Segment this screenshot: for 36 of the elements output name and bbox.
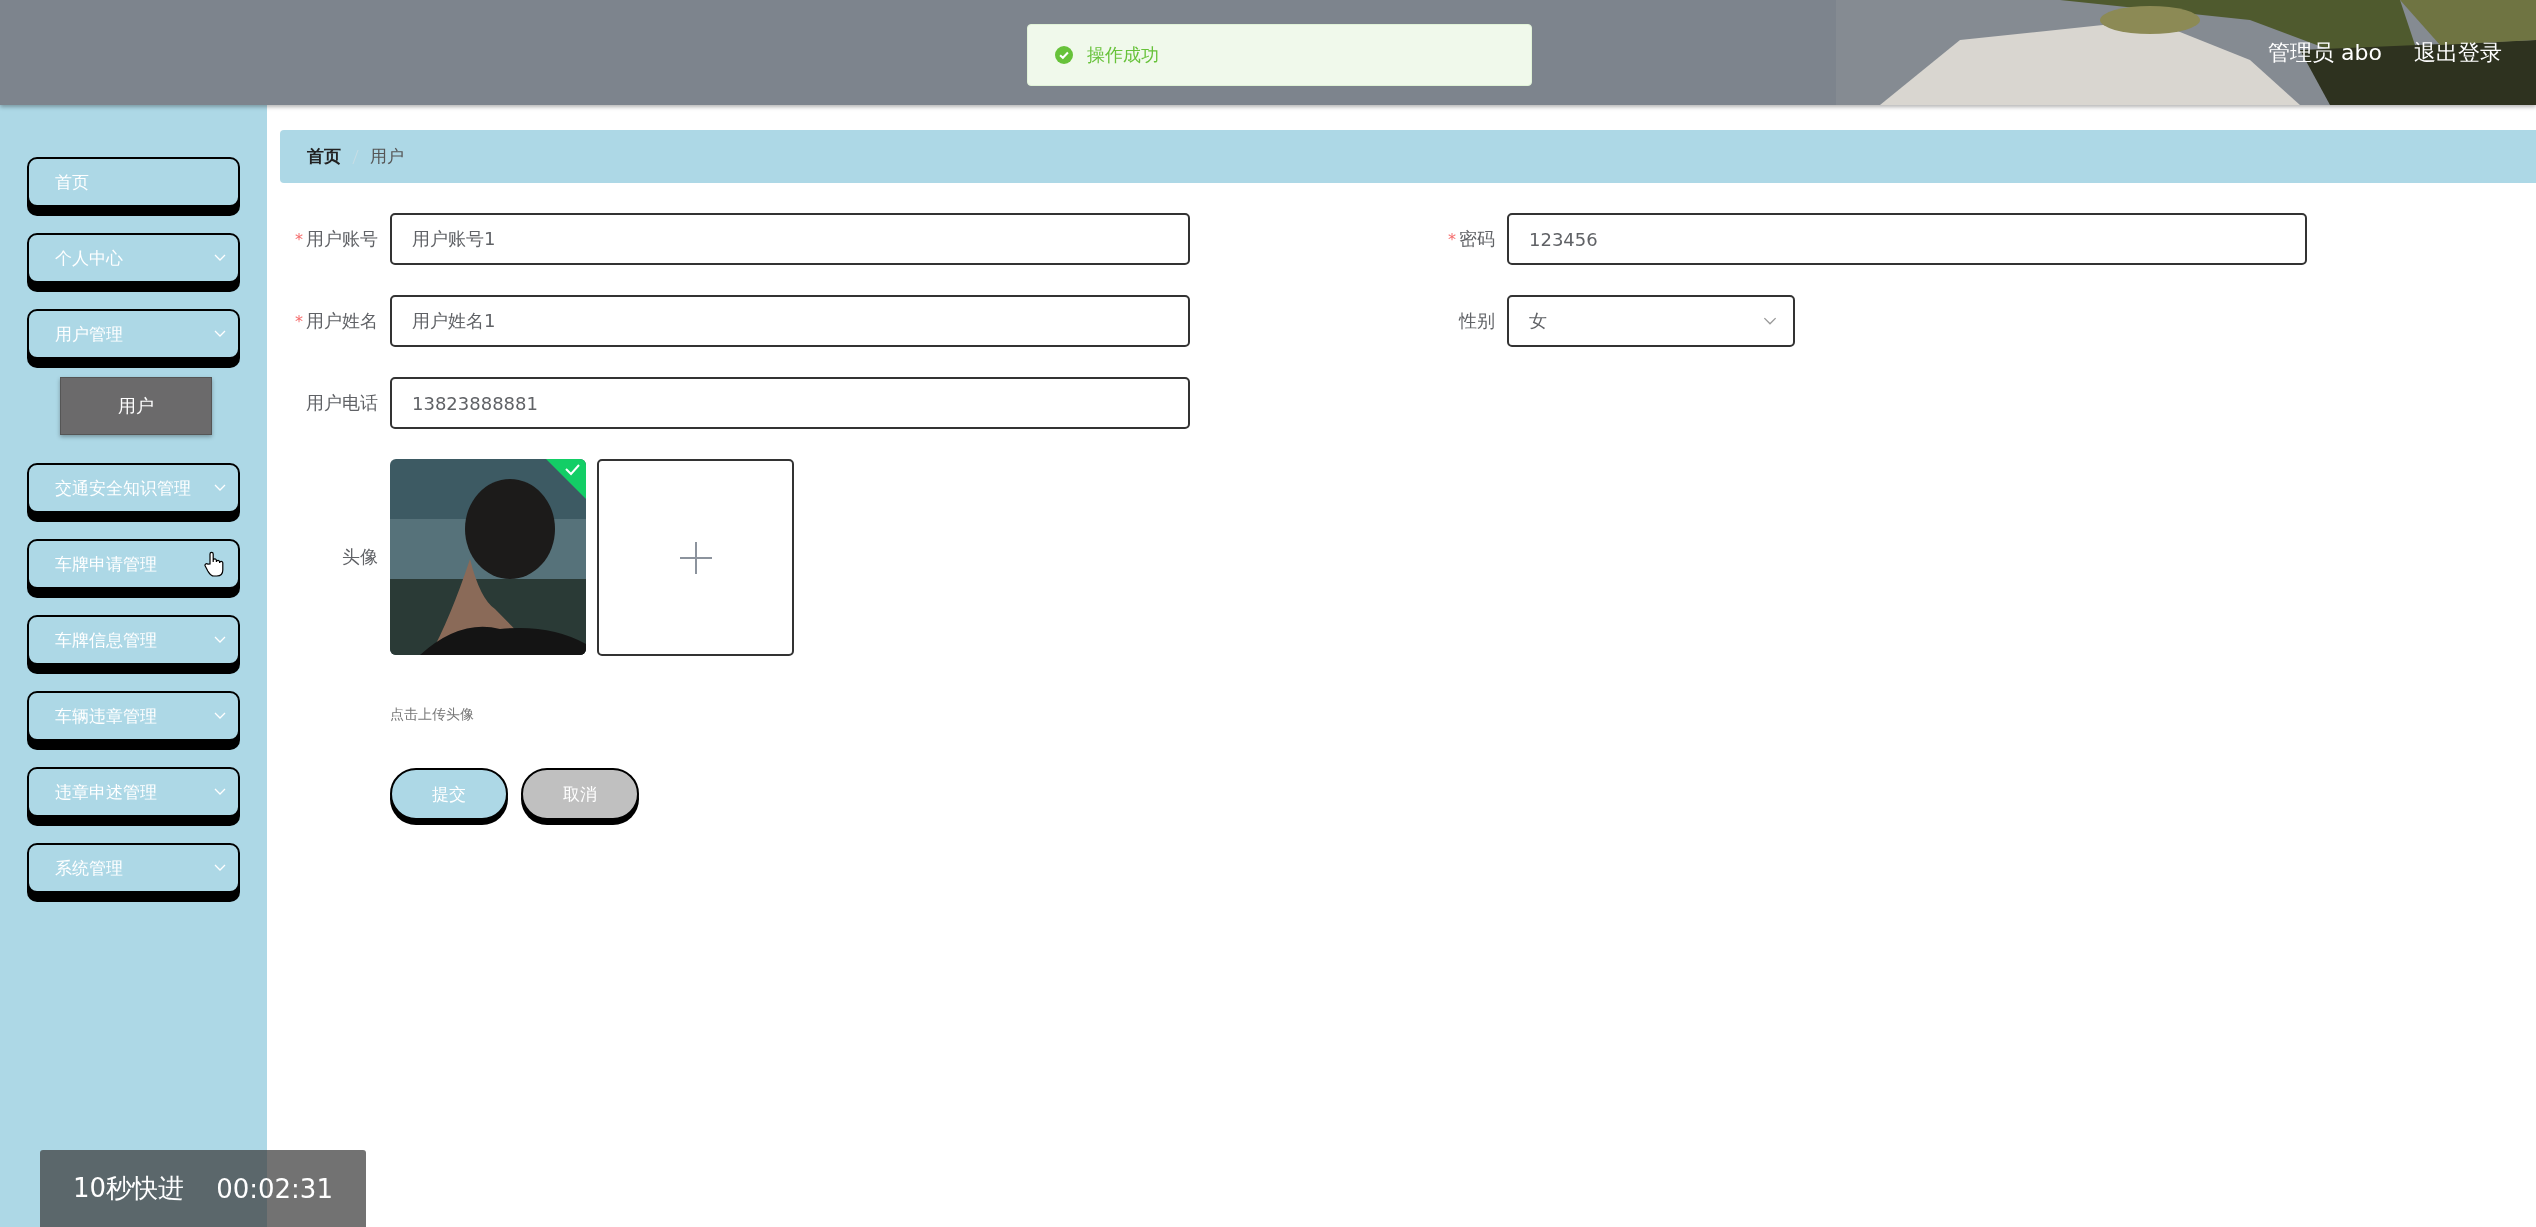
chevron-icon [214, 330, 226, 338]
breadcrumb-link[interactable]: 用户 [370, 145, 404, 168]
breadcrumb-link[interactable]: 首页 [307, 145, 341, 168]
input-field[interactable]: 用户姓名1 [390, 295, 1190, 347]
input-field[interactable]: 用户账号1 [390, 213, 1190, 265]
field-label: 用户姓名 [306, 309, 378, 333]
input-field[interactable]: 123456 [1507, 213, 2307, 265]
field-label: 头像 [342, 545, 378, 569]
submenu-item[interactable]: 用户 [60, 377, 212, 435]
upload-hint: 点击上传头像 [390, 706, 475, 724]
chevron-icon [214, 712, 226, 720]
toast-message: 操作成功 [1087, 43, 1159, 67]
skip-forward-button[interactable]: 10秒快进 [73, 1171, 185, 1206]
hand-cursor-icon [204, 551, 224, 577]
required-mark: * [295, 229, 303, 249]
required-mark: * [1448, 229, 1456, 249]
chevron-icon [1763, 316, 1777, 326]
admin-name: 管理员 abo [2268, 38, 2382, 67]
success-icon [1055, 46, 1073, 64]
chevron-icon [214, 788, 226, 796]
success-check-icon [546, 459, 586, 499]
select-field[interactable]: 女 [1507, 295, 1795, 347]
upload-button[interactable] [597, 459, 794, 656]
chevron-icon [214, 864, 226, 872]
logout-link[interactable]: 退出登录 [2414, 37, 2502, 68]
field-label: 性别 [1459, 309, 1495, 333]
field-label: 用户电话 [306, 391, 378, 415]
field-label: 用户账号 [306, 227, 378, 251]
plus-icon [679, 541, 712, 574]
chevron-icon [214, 636, 226, 644]
field-label: 密码 [1459, 227, 1495, 251]
chevron-icon [214, 254, 226, 262]
chevron-icon [214, 484, 226, 492]
playback-time: 00:02:31 [216, 1173, 333, 1204]
input-field[interactable]: 13823888881 [390, 377, 1190, 429]
required-mark: * [295, 311, 303, 331]
